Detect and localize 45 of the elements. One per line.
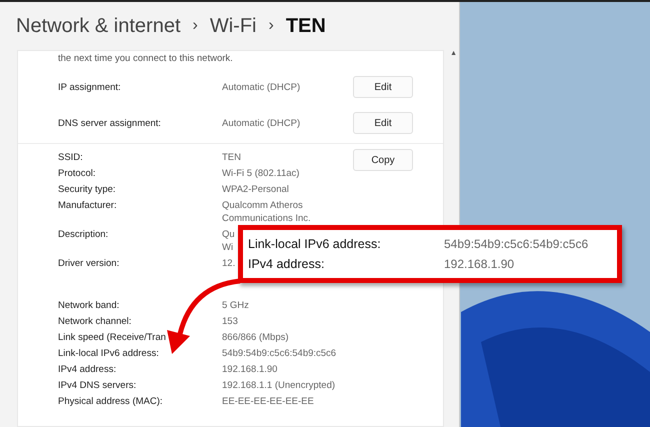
- property-label: Security type:: [58, 182, 117, 196]
- property-label: Manufacturer:: [58, 198, 118, 212]
- property-label: Network channel:: [58, 314, 132, 328]
- breadcrumb-item: TEN: [286, 14, 326, 38]
- property-value: Qu: [222, 228, 235, 240]
- property-value: TEN: [222, 150, 241, 164]
- setting-value: Automatic (DHCP): [222, 80, 300, 94]
- property-value: 153: [222, 314, 238, 328]
- property-label: Link speed (Receive/Tran: [58, 330, 167, 344]
- breadcrumb-item[interactable]: Network & internet: [16, 14, 181, 38]
- property-label: Network band:: [58, 298, 120, 312]
- callout-value: 54b9:54b9:c5c6:54b9:c5c6: [444, 237, 590, 251]
- property-value: 5 GHz: [222, 298, 249, 312]
- property-label: Driver version:: [58, 256, 120, 270]
- property-value: EE-EE-EE-EE-EE-EE: [222, 394, 314, 408]
- breadcrumb-separator: ›: [268, 17, 274, 35]
- property-value: 54b9:54b9:c5c6:54b9:c5c6: [222, 346, 336, 360]
- property-label: Description:: [58, 228, 110, 242]
- property-value: Communications Inc.: [222, 212, 311, 224]
- property-value: 866/866 (Mbps): [222, 330, 289, 344]
- property-label: Link-local IPv6 address:: [58, 346, 160, 360]
- breadcrumb-item[interactable]: Wi-Fi: [210, 14, 256, 38]
- property-value: Qualcomm Atheros: [222, 198, 303, 212]
- property-value: 192.168.1.1 (Unencrypted): [222, 378, 336, 392]
- callout-value: 192.168.1.90: [444, 257, 516, 271]
- edit-button[interactable]: Edit: [353, 76, 413, 98]
- description-text: the next time you connect to this network.: [58, 52, 234, 66]
- edit-button[interactable]: Edit: [353, 112, 413, 134]
- callout-label: Link-local IPv6 address:: [248, 237, 382, 251]
- property-value: 192.168.1.90: [222, 362, 278, 376]
- callout-label: IPv4 address:: [248, 257, 326, 271]
- property-label: Protocol:: [58, 166, 96, 180]
- setting-label: IP assignment:: [58, 80, 122, 94]
- property-value: Wi-Fi 5 (802.11ac): [222, 166, 300, 180]
- breadcrumb-separator: ›: [192, 17, 198, 35]
- copy-button[interactable]: Copy: [353, 149, 413, 171]
- property-value: WPA2-Personal: [222, 182, 289, 196]
- setting-label: DNS server assignment:: [58, 116, 162, 130]
- property-value: Wi: [222, 240, 234, 254]
- property-label: IPv4 address:: [58, 362, 118, 376]
- property-label: SSID:: [58, 150, 84, 164]
- property-label: IPv4 DNS servers:: [58, 378, 138, 392]
- property-value: 12.: [222, 256, 236, 270]
- setting-value: Automatic (DHCP): [222, 116, 300, 130]
- property-label: Physical address (MAC):: [58, 394, 164, 408]
